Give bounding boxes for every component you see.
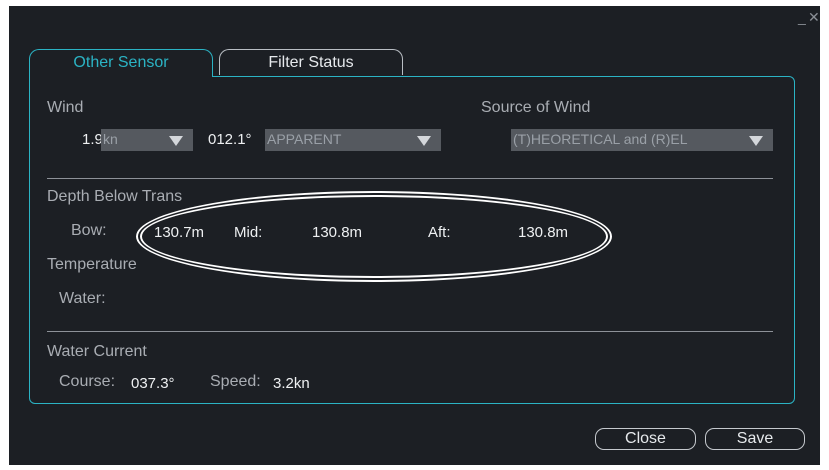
divider bbox=[47, 178, 773, 179]
close-button[interactable]: Close bbox=[595, 428, 696, 450]
tab-label: Other Sensor bbox=[73, 54, 169, 71]
depth-bow-label: Bow: bbox=[71, 222, 107, 239]
wind-mode-value: APPARENT bbox=[267, 131, 342, 147]
source-of-wind-value: (T)HEORETICAL and (R)EL bbox=[513, 131, 688, 147]
wind-speed-unit: kn bbox=[103, 131, 118, 147]
tab-label: Filter Status bbox=[268, 54, 354, 71]
sensor-panel: Wind 1.9 kn 012.1° APPARENT Source of Wi… bbox=[29, 76, 795, 404]
depth-aft-value: 130.8m bbox=[518, 224, 569, 241]
chevron-down-icon bbox=[417, 136, 431, 146]
depth-bow-value: 130.7m bbox=[154, 224, 205, 241]
tab-other-sensor[interactable]: Other Sensor bbox=[29, 49, 213, 77]
save-button[interactable]: Save bbox=[705, 428, 805, 450]
wind-speed-unit-select[interactable]: kn bbox=[101, 129, 193, 151]
chevron-down-icon bbox=[169, 136, 183, 146]
chevron-down-icon bbox=[749, 136, 763, 146]
source-of-wind-label: Source of Wind bbox=[481, 99, 591, 116]
depth-aft-label: Aft: bbox=[428, 224, 451, 241]
wind-mode-select[interactable]: APPARENT bbox=[265, 129, 441, 151]
wind-label: Wind bbox=[47, 99, 84, 116]
wind-speed-value: 1.9 bbox=[82, 131, 103, 148]
window-controls: _ ✕ bbox=[798, 10, 820, 28]
current-course-value: 037.3° bbox=[131, 375, 175, 392]
tab-filter-status[interactable]: Filter Status bbox=[219, 49, 403, 75]
depth-mid-value: 130.8m bbox=[312, 224, 363, 241]
current-speed-label: Speed: bbox=[210, 373, 261, 390]
water-temperature-label: Water: bbox=[59, 290, 106, 307]
wind-direction-value: 012.1° bbox=[208, 131, 252, 148]
water-current-label: Water Current bbox=[47, 343, 147, 360]
depth-label: Depth Below Trans bbox=[47, 188, 183, 205]
close-icon[interactable]: ✕ bbox=[808, 10, 820, 24]
depth-mid-label: Mid: bbox=[234, 224, 263, 241]
minimize-icon[interactable]: _ bbox=[798, 10, 806, 24]
current-course-label: Course: bbox=[59, 373, 116, 390]
current-speed-value: 3.2kn bbox=[273, 375, 310, 392]
temperature-label: Temperature bbox=[47, 256, 137, 273]
source-of-wind-select[interactable]: (T)HEORETICAL and (R)EL bbox=[511, 129, 773, 151]
divider bbox=[47, 331, 773, 332]
